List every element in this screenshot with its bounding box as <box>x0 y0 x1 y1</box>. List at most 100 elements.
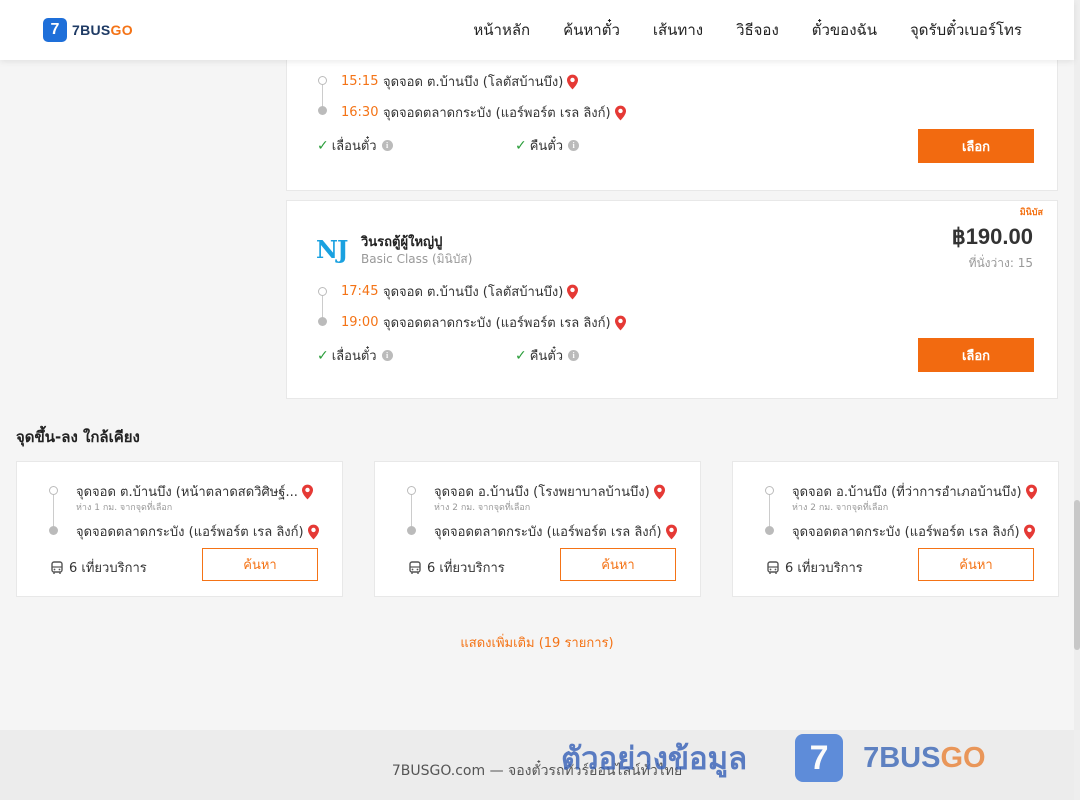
destination-dot <box>318 317 327 326</box>
feature-label: เลื่อนตั๋ว <box>331 349 377 364</box>
destination-dot <box>765 526 774 535</box>
map-pin-icon[interactable] <box>1023 524 1035 540</box>
stop-name: จุดจอดตลาดกระบัง (แอร์พอร์ต เรล ลิงก์) <box>792 525 1020 540</box>
nav-my-tickets[interactable]: ตั๋วของฉัน <box>812 18 877 42</box>
trip-count-label: 6 เที่ยวบริการ <box>427 561 505 576</box>
watermark-logo-icon: 7 <box>795 734 844 782</box>
nearby-stops-heading: จุดขึ้น-ลง ใกล้เคียง <box>16 428 140 446</box>
logo-badge-icon: 7 <box>43 18 67 42</box>
info-icon[interactable]: i <box>568 350 580 361</box>
destination-dot <box>318 106 327 115</box>
info-icon[interactable]: i <box>381 350 393 361</box>
trip-count-label: 6 เที่ยวบริการ <box>785 561 863 576</box>
trip-origin-stop: 15:15 จุดจอด ต.บ้านบึง (โลตัสบ้านบึง) <box>341 71 579 92</box>
check-icon: ✓ <box>317 347 329 364</box>
select-trip-button[interactable]: เลือก <box>918 129 1034 163</box>
bus-icon <box>767 560 779 574</box>
nearby-origin: จุดจอด อ.บ้านบึง (โรงพยาบาลบ้านบึง) <box>434 481 665 502</box>
origin-dot <box>407 486 416 495</box>
info-icon[interactable]: i <box>568 140 580 151</box>
map-pin-icon[interactable] <box>653 484 665 500</box>
nav-home[interactable]: หน้าหลัก <box>473 18 530 42</box>
nearby-destination: จุดจอดตลาดกระบัง (แอร์พอร์ต เรล ลิงก์) <box>792 521 1035 542</box>
watermark-brand: 7BUSGO <box>863 741 986 774</box>
stop-name: จุดจอดตลาดกระบัง (แอร์พอร์ต เรล ลิงก์) <box>76 525 304 540</box>
feature-label: เลื่อนตั๋ว <box>331 139 377 154</box>
feature-reschedule: ✓ เลื่อนตั๋ว i <box>317 345 393 366</box>
trip-card: 15:15 จุดจอด ต.บ้านบึง (โลตัสบ้านบึง) 16… <box>286 58 1058 191</box>
map-pin-icon[interactable] <box>614 315 626 331</box>
nearby-stop-card: จุดจอด ต.บ้านบึง (หน้าตลาดสดวิศิษฐ์... ห… <box>16 461 343 597</box>
stop-name: จุดจอด อ.บ้านบึง (โรงพยาบาลบ้านบึง) <box>434 485 650 500</box>
nav-routes[interactable]: เส้นทาง <box>653 18 703 42</box>
top-navbar: 7 7BUSGO หน้าหลัก ค้นหาตั๋ว เส้นทาง วิธี… <box>0 0 1074 60</box>
page-scrollbar[interactable] <box>1074 0 1080 800</box>
origin-dot <box>318 287 327 296</box>
nearby-stop-card: จุดจอด อ.บ้านบึง (ที่ว่าการอำเภอบ้านบึง)… <box>732 461 1059 597</box>
search-button[interactable]: ค้นหา <box>918 548 1034 581</box>
nav-search-ticket[interactable]: ค้นหาตั๋ว <box>563 18 620 42</box>
nearby-stop-card: จุดจอด อ.บ้านบึง (โรงพยาบาลบ้านบึง) ห่าง… <box>374 461 701 597</box>
select-trip-button[interactable]: เลือก <box>918 338 1034 372</box>
check-icon: ✓ <box>317 137 329 154</box>
watermark-text: ตัวอย่างข้อมูล <box>561 741 748 777</box>
stop-name: จุดจอด ต.บ้านบึง (โลตัสบ้านบึง) <box>383 285 564 300</box>
feature-label: คืนตั๋ว <box>529 139 564 154</box>
destination-dot <box>407 526 416 535</box>
map-pin-icon[interactable] <box>614 105 626 121</box>
distance-note: ห่าง 2 กม. จากจุดที่เลือก <box>434 503 531 513</box>
nav-how-to-book[interactable]: วิธีจอง <box>736 18 779 42</box>
seats-available: ที่นั่งว่าง: 15 <box>968 256 1033 270</box>
stop-name: จุดจอด ต.บ้านบึง (หน้าตลาดสดวิศิษฐ์... <box>76 485 298 500</box>
map-pin-icon[interactable] <box>307 524 319 540</box>
bus-icon <box>51 560 63 574</box>
feature-refund: ✓ คืนตั๋ว i <box>515 345 580 366</box>
map-pin-icon[interactable] <box>665 524 677 540</box>
departure-time: 15:15 <box>341 74 379 89</box>
distance-note: ห่าง 1 กม. จากจุดที่เลือก <box>76 503 173 513</box>
trip-origin-stop: 17:45 จุดจอด ต.บ้านบึง (โลตัสบ้านบึง) <box>341 281 579 302</box>
info-icon[interactable]: i <box>381 140 393 151</box>
origin-dot <box>765 486 774 495</box>
departure-time: 17:45 <box>341 284 379 299</box>
destination-dot <box>49 526 58 535</box>
arrival-time: 16:30 <box>341 105 379 120</box>
operator-name: วินรถตู้ผู้ใหญ่ปู <box>361 235 443 250</box>
origin-dot <box>318 76 327 85</box>
check-icon: ✓ <box>515 137 527 154</box>
search-button[interactable]: ค้นหา <box>560 548 676 581</box>
map-pin-icon[interactable] <box>301 484 313 500</box>
stop-name: จุดจอด อ.บ้านบึง (ที่ว่าการอำเภอบ้านบึง) <box>792 485 1022 500</box>
operator-logo: NJ <box>316 235 348 264</box>
trip-price: ฿190.00 <box>951 224 1033 249</box>
trip-count-label: 6 เที่ยวบริการ <box>69 561 147 576</box>
stop-name: จุดจอดตลาดกระบัง (แอร์พอร์ต เรล ลิงก์) <box>434 525 662 540</box>
sample-watermark: ตัวอย่างข้อมูล 7 7BUSGO <box>561 733 986 783</box>
stop-name: จุดจอดตลาดกระบัง (แอร์พอร์ต เรล ลิงก์) <box>383 316 611 331</box>
scrollbar-thumb[interactable] <box>1074 500 1080 650</box>
feature-reschedule: ✓ เลื่อนตั๋ว i <box>317 135 393 156</box>
bus-icon <box>409 560 421 574</box>
map-pin-icon[interactable] <box>1025 484 1037 500</box>
feature-refund: ✓ คืนตั๋ว i <box>515 135 580 156</box>
trip-count: 6 เที่ยวบริการ <box>766 557 863 578</box>
stop-name: จุดจอดตลาดกระบัง (แอร์พอร์ต เรล ลิงก์) <box>383 106 611 121</box>
trip-count: 6 เที่ยวบริการ <box>50 557 147 578</box>
nearby-origin: จุดจอด ต.บ้านบึง (หน้าตลาดสดวิศิษฐ์... <box>76 481 313 502</box>
map-pin-icon[interactable] <box>567 74 579 90</box>
nearby-destination: จุดจอดตลาดกระบัง (แอร์พอร์ต เรล ลิงก์) <box>434 521 677 542</box>
feature-label: คืนตั๋ว <box>529 349 564 364</box>
vehicle-type-tag: มินิบัส <box>1019 208 1043 218</box>
show-more-link[interactable]: แสดงเพิ่มเติม (19 รายการ) <box>0 632 1074 653</box>
search-button[interactable]: ค้นหา <box>202 548 318 581</box>
trip-count: 6 เที่ยวบริการ <box>408 557 505 578</box>
site-logo[interactable]: 7 7BUSGO <box>43 18 133 42</box>
nearby-destination: จุดจอดตลาดกระบัง (แอร์พอร์ต เรล ลิงก์) <box>76 521 319 542</box>
arrival-time: 19:00 <box>341 315 379 330</box>
operator-class: Basic Class (มินิบัส) <box>361 252 473 266</box>
map-pin-icon[interactable] <box>567 284 579 300</box>
trip-card: มินิบัส NJ วินรถตู้ผู้ใหญ่ปู Basic Class… <box>286 200 1058 399</box>
trip-destination-stop: 19:00 จุดจอดตลาดกระบัง (แอร์พอร์ต เรล ลิ… <box>341 312 626 333</box>
main-nav: หน้าหลัก ค้นหาตั๋ว เส้นทาง วิธีจอง ตั๋วข… <box>473 0 1022 60</box>
nav-ticket-points[interactable]: จุดรับตั๋วเบอร์โทร <box>910 18 1022 42</box>
